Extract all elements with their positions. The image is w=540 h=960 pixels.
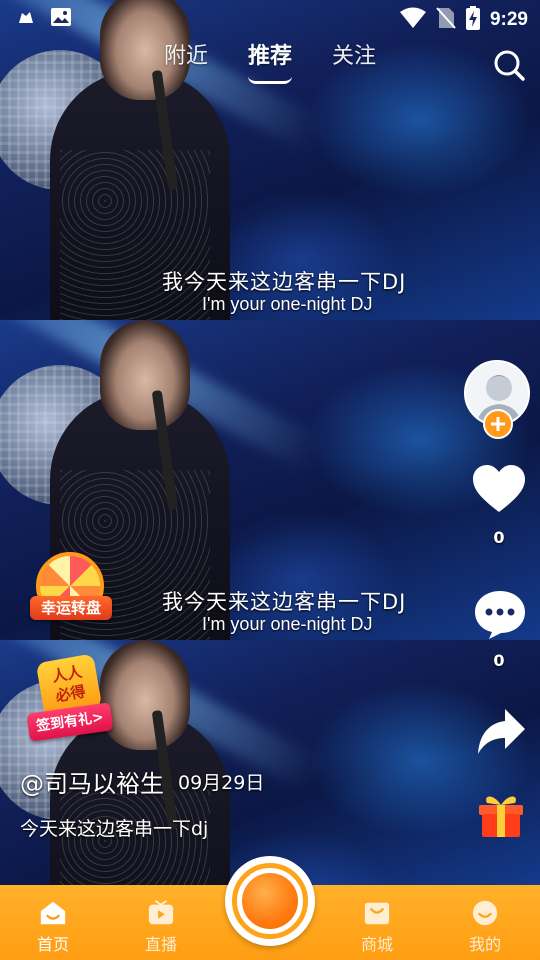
follow-button[interactable]	[483, 409, 513, 439]
clock: 9:29	[489, 9, 528, 30]
android-icon	[16, 7, 36, 31]
shop-icon	[363, 899, 391, 927]
plus-icon	[491, 417, 505, 431]
wifi-icon	[399, 7, 426, 33]
record-dot-icon	[242, 873, 298, 929]
battery-charging-icon	[465, 6, 480, 34]
tab-following[interactable]: 关注	[332, 38, 376, 70]
checkin-top-text: 人人 必得	[50, 662, 87, 706]
subtitle-zh: 我今天来这边客串一下DJ	[162, 270, 407, 294]
no-sim-icon	[436, 7, 456, 33]
record-ring	[232, 863, 308, 939]
video-player[interactable]: 我今天来这边客串一下DJ I'm your one-night DJ 我今天来这…	[0, 0, 540, 885]
subtitle-en: I'm your one-night DJ	[202, 614, 373, 634]
active-tab-indicator	[248, 76, 292, 84]
singer-head	[100, 640, 190, 750]
nav-me[interactable]: 我的	[450, 885, 520, 960]
status-bar: 9:29	[0, 0, 540, 36]
nav-live-label: 直播	[144, 935, 177, 954]
search-icon	[494, 50, 525, 81]
lucky-wheel-label: 幸运转盘	[30, 596, 112, 620]
checkin-reward-promo[interactable]: 人人 必得 签到有礼>	[26, 653, 114, 748]
post-date: 09月29日	[178, 772, 265, 794]
gift-button[interactable]	[474, 786, 528, 840]
comment-bubble-icon	[475, 591, 525, 639]
author-name[interactable]: @司马以裕生	[20, 764, 164, 799]
home-icon	[39, 899, 67, 927]
tab-recommend[interactable]: 推荐	[248, 38, 292, 70]
nav-home[interactable]: 首页	[18, 885, 88, 960]
heart-icon	[473, 465, 525, 512]
feed-tabs: 附近 推荐 关注	[0, 38, 540, 88]
record-button[interactable]	[225, 856, 315, 946]
post-description: 今天来这边客串一下dj	[20, 818, 209, 840]
search-button[interactable]	[492, 48, 526, 82]
comment-count: 0	[493, 651, 505, 670]
nav-shop-label: 商城	[360, 935, 393, 954]
like-count: 0	[493, 528, 505, 547]
singer-head	[100, 320, 190, 430]
share-button[interactable]	[474, 704, 528, 758]
nav-me-label: 我的	[468, 935, 501, 954]
share-arrow-icon	[478, 709, 525, 754]
gift-icon	[479, 796, 523, 837]
nav-live[interactable]: 直播	[126, 885, 196, 960]
lucky-wheel-promo[interactable]: 幸运转盘	[30, 552, 112, 632]
nav-home-label: 首页	[36, 935, 69, 954]
subtitle-en: I'm your one-night DJ	[202, 294, 373, 314]
checkin-label: 签到有礼>	[26, 702, 114, 742]
tab-nearby[interactable]: 附近	[164, 38, 208, 70]
comment-button[interactable]	[472, 588, 528, 642]
nav-shop[interactable]: 商城	[342, 885, 412, 960]
image-icon	[50, 7, 72, 31]
smile-icon	[471, 899, 499, 927]
like-button[interactable]	[470, 462, 528, 516]
subtitle-zh: 我今天来这边客串一下DJ	[162, 590, 407, 614]
tv-icon	[147, 899, 175, 927]
